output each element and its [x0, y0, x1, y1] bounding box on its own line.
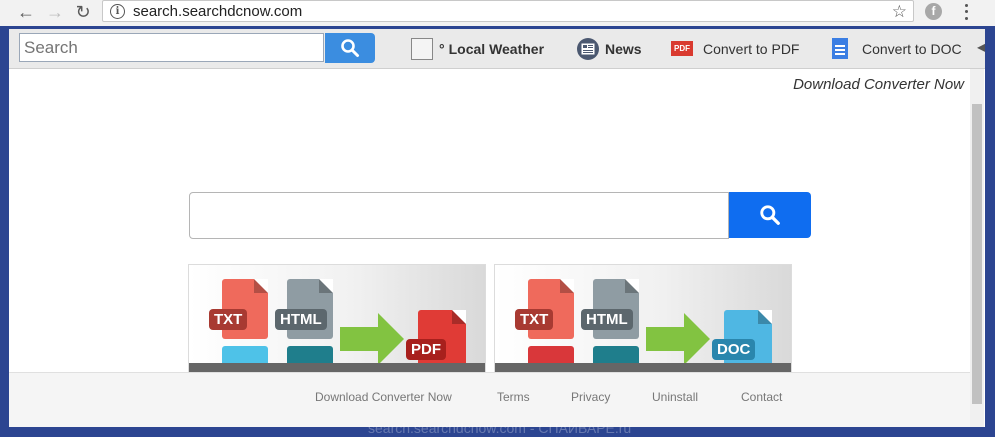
url-text[interactable]: search.searchdcnow.com: [133, 3, 302, 20]
toolbar-search-input[interactable]: [19, 33, 324, 62]
forward-button[interactable]: →: [43, 1, 67, 23]
html-tag: HTML: [275, 309, 327, 330]
convert-to-doc-label: Convert to DOC: [862, 40, 962, 57]
scrollbar-thumb[interactable]: [972, 104, 982, 404]
download-converter-link[interactable]: Download Converter Now: [793, 76, 964, 93]
convert-to-pdf-card[interactable]: TXT HTML PDF: [188, 264, 486, 374]
pdf-tag: PDF: [406, 339, 446, 360]
search-icon: [341, 39, 359, 57]
site-info-icon[interactable]: i: [110, 3, 125, 19]
reload-button[interactable]: ↻: [71, 1, 95, 23]
arrow-right-icon: [340, 313, 404, 365]
convert-to-pdf-label: Convert to PDF: [703, 40, 800, 57]
weather-label: Local Weather: [448, 40, 545, 57]
page-footer: Download Converter Now Terms Privacy Uni…: [9, 372, 970, 427]
search-icon: [760, 205, 780, 225]
convert-to-doc-card[interactable]: TXT HTML DOC: [494, 264, 792, 374]
local-weather-item[interactable]: ° Local Weather: [411, 29, 544, 68]
footer-link-privacy[interactable]: Privacy: [571, 390, 610, 404]
news-item[interactable]: News: [577, 29, 642, 68]
web-page: ° Local Weather News PDF Convert to PDF: [9, 29, 985, 427]
extension-icon[interactable]: f: [925, 3, 942, 20]
txt-tag: TXT: [515, 309, 554, 330]
news-icon: [577, 37, 599, 60]
watermark-text: search.searchdcnow.com - СПАЙВАРЕ.ru: [368, 420, 632, 436]
pdf-icon: PDF: [671, 41, 693, 56]
footer-link-terms[interactable]: Terms: [497, 390, 530, 404]
footer-link-contact[interactable]: Contact: [741, 390, 782, 404]
footer-link-uninstall[interactable]: Uninstall: [652, 390, 698, 404]
arrow-right-icon: [646, 313, 710, 365]
doc-tag: DOC: [712, 339, 756, 360]
main-search-input[interactable]: [189, 192, 729, 239]
doc-icon: [832, 38, 848, 59]
browser-menu-icon[interactable]: [960, 2, 972, 22]
page-scrollbar[interactable]: [970, 69, 984, 427]
convert-to-doc-item[interactable]: Convert to DOC: [832, 29, 962, 68]
weather-degree: °: [439, 40, 445, 57]
address-bar[interactable]: i search.searchdcnow.com ☆: [102, 0, 914, 22]
toolbar-search-button[interactable]: [325, 33, 375, 63]
html-tag: HTML: [581, 309, 633, 330]
browser-toolbar: ← → ↻ i search.searchdcnow.com ☆ f: [0, 0, 995, 26]
extension-toolbar: ° Local Weather News PDF Convert to PDF: [9, 29, 985, 69]
txt-tag: TXT: [209, 309, 248, 330]
bookmark-star-icon[interactable]: ☆: [892, 2, 907, 22]
weather-icon: [411, 37, 433, 60]
main-search-button[interactable]: [729, 192, 811, 238]
convert-to-pdf-item[interactable]: PDF Convert to PDF: [671, 29, 799, 68]
toolbar-scroll-arrow-icon[interactable]: ◀: [977, 40, 985, 54]
back-button[interactable]: ←: [14, 1, 38, 23]
footer-link-download[interactable]: Download Converter Now: [315, 390, 452, 404]
news-label: News: [605, 40, 642, 57]
